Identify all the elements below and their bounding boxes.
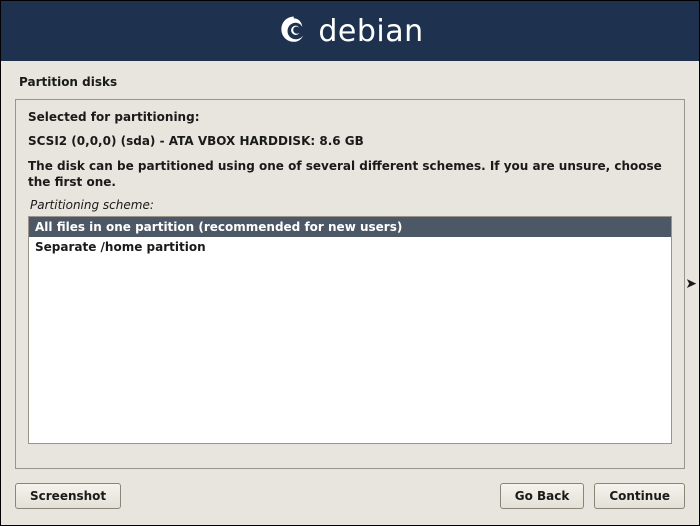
list-item[interactable]: All files in one partition (recommended … (29, 217, 671, 237)
debian-logo: debian (276, 13, 423, 49)
description-text: The disk can be partitioned using one of… (28, 158, 672, 190)
section-heading: Selected for partitioning: (28, 110, 672, 124)
screenshot-button[interactable]: Screenshot (15, 483, 121, 509)
page-title: Partition disks (1, 61, 699, 95)
scheme-label: Partitioning scheme: (28, 198, 672, 212)
list-item[interactable]: Separate /home partition (29, 237, 671, 257)
continue-button[interactable]: Continue (594, 483, 685, 509)
disk-info: SCSI2 (0,0,0) (sda) - ATA VBOX HARDDISK:… (28, 134, 672, 148)
header-banner: debian (1, 1, 699, 61)
button-row: Screenshot Go Back Continue (1, 477, 699, 519)
main-panel: Selected for partitioning: SCSI2 (0,0,0)… (15, 99, 685, 469)
cursor-icon: ➤ (685, 276, 697, 292)
brand-text: debian (318, 14, 423, 49)
goback-button[interactable]: Go Back (500, 483, 585, 509)
debian-swirl-icon (276, 13, 312, 49)
partition-scheme-list[interactable]: All files in one partition (recommended … (28, 216, 672, 444)
